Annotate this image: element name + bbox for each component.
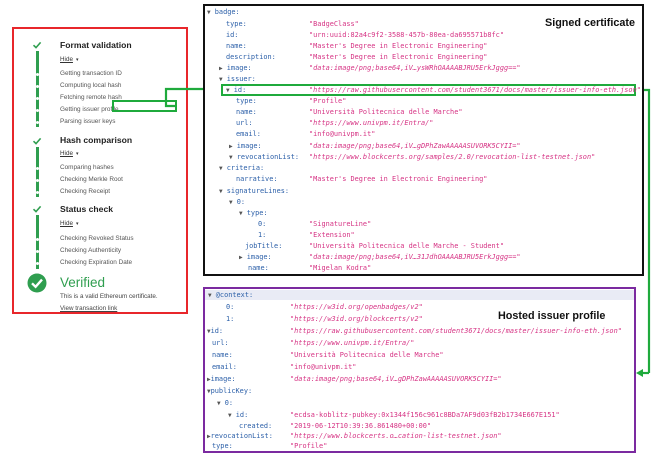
panel-title-hosted-issuer-profile: Hosted issuer profile xyxy=(498,310,606,322)
json-line: 0: xyxy=(226,303,235,311)
json-line: url: xyxy=(236,119,253,127)
json-line: type: xyxy=(212,442,233,450)
expand-arrow-icon[interactable]: ▶ xyxy=(219,65,223,72)
json-line: ▼ type: xyxy=(239,209,268,217)
json-line: ▶ image: xyxy=(229,142,262,150)
panel-title-signed-certificate: Signed certificate xyxy=(545,17,636,29)
json-value: "https://raw.githubusercontent.com/stude… xyxy=(309,86,641,94)
json-line: description: xyxy=(226,53,276,61)
expand-arrow-icon[interactable]: ▼ xyxy=(226,87,230,94)
json-line: ▶image: xyxy=(207,375,236,383)
json-value: "Migelan Kodra" xyxy=(309,264,372,272)
json-line: url: xyxy=(212,339,229,347)
json-value: "data:image/png;base64,iV…ysWRhOAAAABJRU… xyxy=(309,64,521,72)
json-line: narrative: xyxy=(236,175,278,183)
expand-arrow-icon[interactable]: ▼ xyxy=(219,165,223,172)
json-value: "Extension" xyxy=(309,231,355,239)
json-value: "Università Politecnica delle Marche" xyxy=(309,108,463,116)
json-line: ▼ id: xyxy=(228,411,249,419)
json-line: ▼ 0: xyxy=(229,198,246,206)
expand-arrow-icon[interactable]: ▼ xyxy=(217,400,221,407)
json-line: id: xyxy=(226,31,239,39)
context-row-highlight xyxy=(205,290,634,300)
json-line: 0: xyxy=(258,220,267,228)
expand-arrow-icon[interactable]: ▼ xyxy=(229,199,233,206)
json-value: "https://w3id.org/openbadges/v2" xyxy=(290,303,423,311)
json-line: ▼publicKey: xyxy=(207,387,253,395)
json-line: ▶revocationList: xyxy=(207,432,273,440)
json-line: created: xyxy=(239,422,273,430)
expand-arrow-icon[interactable]: ▶ xyxy=(229,143,233,150)
expand-arrow-icon[interactable]: ▼ xyxy=(208,292,212,299)
json-value: "info@univpm.it" xyxy=(290,363,357,371)
expand-arrow-icon[interactable]: ▼ xyxy=(219,188,223,195)
json-line: email: xyxy=(212,363,237,371)
json-value: "urn:uuid:82a4c9f2-3588-457b-80ea-da6955… xyxy=(309,31,504,39)
expand-arrow-icon[interactable]: ▼ xyxy=(229,154,233,161)
arrow-head-icon xyxy=(636,369,643,377)
json-value: "https://www.blockcerts.o…cation-list-te… xyxy=(290,432,502,440)
json-value: "https://www.univpm.it/Entra/" xyxy=(290,339,415,347)
json-line: ▼ badge: xyxy=(207,8,240,16)
expand-arrow-icon[interactable]: ▶ xyxy=(239,254,243,261)
json-value: "info@univpm.it" xyxy=(309,130,376,138)
expand-arrow-icon[interactable]: ▼ xyxy=(239,210,243,217)
json-value: "https://raw.githubusercontent.com/stude… xyxy=(290,327,622,335)
json-line: ▼ id: xyxy=(226,86,247,94)
json-line: name: xyxy=(248,264,269,272)
json-line: 1: xyxy=(258,231,267,239)
json-line: ▼ issuer: xyxy=(219,75,256,83)
json-line: ▼ @context: xyxy=(208,291,254,299)
json-value: "Master's Degree in Electronic Engineeri… xyxy=(309,53,488,61)
json-line: email: xyxy=(236,130,261,138)
json-line: 1: xyxy=(226,315,235,323)
json-value: "https://www.univpm.it/Entra/" xyxy=(309,119,434,127)
expand-arrow-icon[interactable]: ▼ xyxy=(207,9,211,16)
json-value: "Profile" xyxy=(290,442,328,450)
json-value: "Profile" xyxy=(309,97,347,105)
json-value: "Università Politecnica delle Marche" xyxy=(290,351,444,359)
json-line: type: xyxy=(236,97,257,105)
json-value: "Master's Degree in Electronic Engineeri… xyxy=(309,175,488,183)
json-line: ▼ revocationList: xyxy=(229,153,300,161)
json-value: "Università Politecnica delle Marche - S… xyxy=(309,242,504,250)
json-value: "Master's Degree in Electronic Engineeri… xyxy=(309,42,488,50)
json-value: "data:image/png;base64,iV…gDPhZawAAAAASU… xyxy=(309,142,521,150)
json-value: "https://www.blockcerts.org/samples/2.0/… xyxy=(309,153,596,161)
json-line: ▼ signatureLines: xyxy=(219,187,290,195)
json-line: type: xyxy=(226,20,247,28)
expand-arrow-icon[interactable]: ▼ xyxy=(228,412,232,419)
json-line: ▶ image: xyxy=(219,64,252,72)
json-value: "2019-06-12T10:39:36.861480+00:00" xyxy=(290,422,432,430)
json-line: ▶ image: xyxy=(239,253,272,261)
json-value: "SignatureLine" xyxy=(309,220,372,228)
json-line: name: xyxy=(226,42,247,50)
json-line: ▼ criteria: xyxy=(219,164,265,172)
json-line: ▼id: xyxy=(207,327,224,335)
json-line: jobTitle: xyxy=(245,242,283,250)
json-value: "BadgeClass" xyxy=(309,20,359,28)
json-value: "data:image/png;base64,iV…gDPhZawAAAAASU… xyxy=(290,375,502,383)
expand-arrow-icon[interactable]: ▼ xyxy=(219,76,223,83)
json-line: name: xyxy=(212,351,233,359)
json-value: "ecdsa-koblitz-pubkey:0x1344f156c961c8BD… xyxy=(290,411,560,419)
json-value: "https://w3id.org/blockcerts/v2" xyxy=(290,315,423,323)
json-line: name: xyxy=(236,108,257,116)
json-line: ▼ 0: xyxy=(217,399,234,407)
json-value: "data:image/png;base64,iV…31JdhOAAAABJRU… xyxy=(309,253,521,261)
